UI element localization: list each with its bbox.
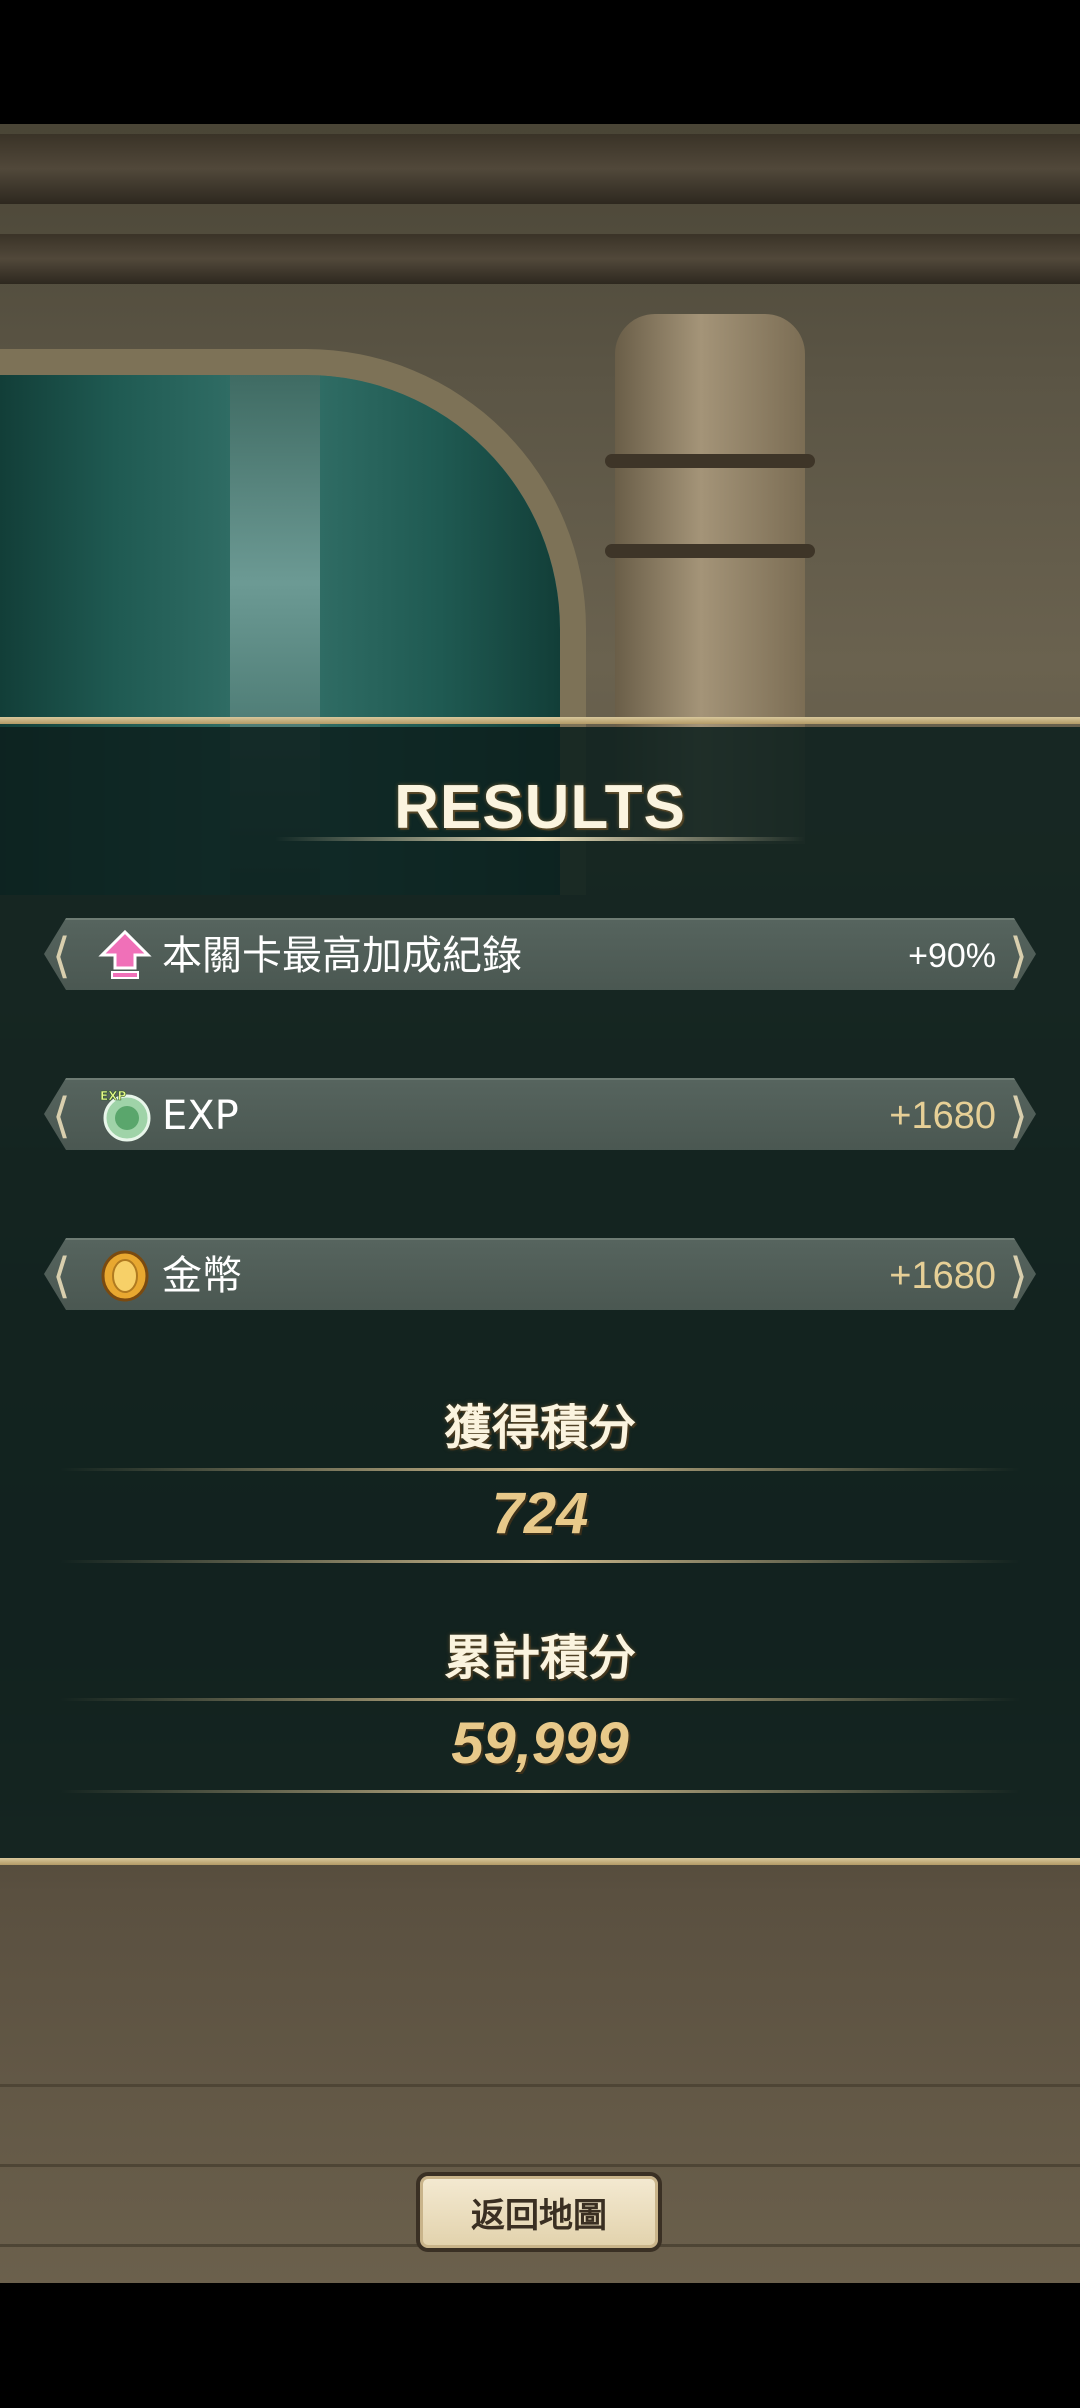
bonus-record-label: 本關卡最高加成紀錄 xyxy=(162,933,522,979)
floorboard xyxy=(0,2084,1080,2087)
exp-row: ⟨ EXP EXP +1680 ⟩ xyxy=(44,1078,1036,1150)
ceiling-beam xyxy=(0,234,1080,284)
screen: RESULTS ⟨ 本關卡最高加成紀錄 +90% ⟩ ⟨ EXP EXP +16… xyxy=(0,0,1080,2408)
total-points-value: 59,999 xyxy=(451,1711,629,1776)
exp-label: EXP xyxy=(162,1093,239,1139)
pink-up-arrow-icon xyxy=(98,929,152,979)
total-points-label: 累計積分 xyxy=(443,1630,636,1686)
return-to-map-button[interactable]: 返回地圖 xyxy=(416,2172,662,2252)
divider xyxy=(60,1698,1020,1701)
earned-points-value: 724 xyxy=(491,1481,589,1546)
divider xyxy=(60,1560,1020,1563)
exp-icon-text: EXP xyxy=(100,1089,126,1103)
results-title: RESULTS xyxy=(394,773,686,842)
divider xyxy=(60,1468,1020,1471)
panel-bottom-border xyxy=(0,1858,1080,1865)
rope xyxy=(605,454,815,468)
bonus-record-value: +90% xyxy=(908,937,996,975)
exp-value: +1680 xyxy=(889,1095,996,1137)
gold-label: 金幣 xyxy=(162,1253,242,1299)
exp-orb-icon: EXP xyxy=(100,1089,151,1142)
floorboard xyxy=(0,2164,1080,2167)
gold-coin-icon xyxy=(101,1250,149,1302)
ceiling-beam xyxy=(0,134,1080,204)
panel-top-border xyxy=(0,717,1080,724)
rope xyxy=(605,544,815,558)
earned-points-label: 獲得積分 xyxy=(443,1400,636,1456)
title-underline xyxy=(275,837,805,841)
divider xyxy=(60,1790,1020,1793)
bonus-record-row: ⟨ 本關卡最高加成紀錄 +90% ⟩ xyxy=(44,918,1036,990)
gold-value: +1680 xyxy=(889,1255,996,1297)
gold-row: ⟨ 金幣 +1680 ⟩ xyxy=(44,1238,1036,1310)
